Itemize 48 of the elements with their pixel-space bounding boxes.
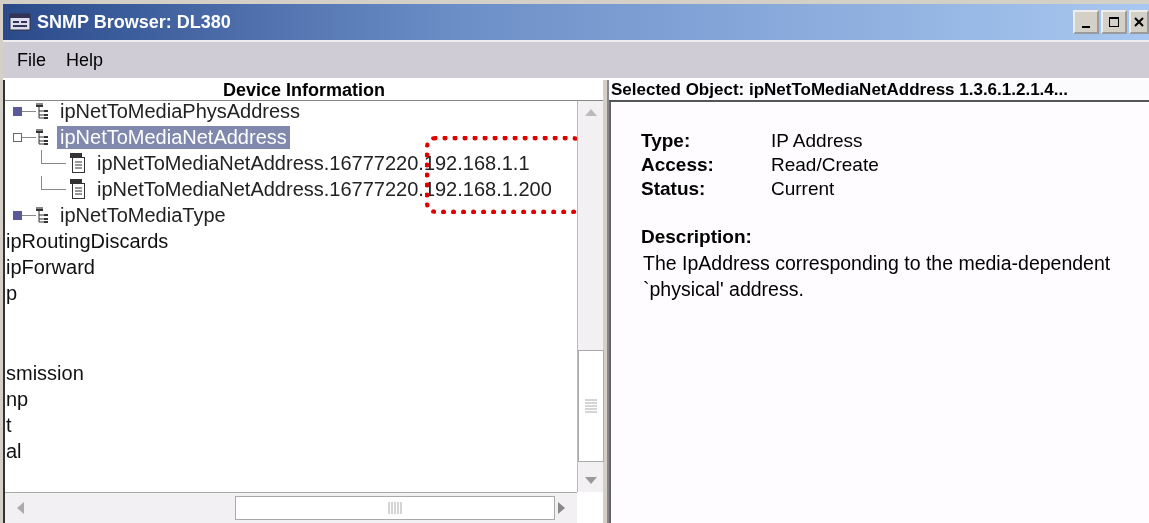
- maximize-icon: [1108, 16, 1120, 28]
- tree-item-label[interactable]: ipForward: [5, 254, 577, 280]
- panel-title: Device Information: [5, 80, 603, 101]
- vertical-scrollbar[interactable]: [577, 101, 603, 492]
- scroll-right-icon: [557, 501, 567, 515]
- window-app-icon: [9, 13, 31, 31]
- tree-item-label[interactable]: ipNetToMediaNetAddress.16777220.192.168.1.200: [94, 177, 555, 201]
- tree-item-label[interactable]: smission: [5, 360, 577, 386]
- property-label: Type:: [641, 130, 692, 152]
- scroll-up-icon: [583, 107, 598, 117]
- maximize-button[interactable]: [1101, 10, 1127, 34]
- tree-item-label[interactable]: ipRoutingDiscards: [5, 228, 577, 254]
- document-icon: [70, 179, 85, 199]
- scroll-left-icon: [15, 501, 25, 515]
- minimize-icon: [1082, 26, 1090, 28]
- property-value: Read/Create: [771, 154, 880, 176]
- tree-item-label[interactable]: al: [5, 438, 577, 464]
- scroll-thumb[interactable]: [577, 350, 604, 462]
- property-label: Access:: [641, 154, 715, 176]
- description-text: The IpAddress corresponding to the media-dependent `physical' address.: [642, 251, 1112, 302]
- close-icon: [1133, 16, 1145, 28]
- menu-item[interactable]: File: [9, 49, 54, 71]
- tree-item-label[interactable]: ipNetToMediaNetAddress.16777220.192.168.1.1: [94, 151, 533, 175]
- description-label: Description:: [641, 226, 753, 248]
- tree-item-label[interactable]: t: [5, 412, 577, 438]
- property-value: IP Address: [771, 130, 864, 152]
- horizontal-scrollbar[interactable]: [5, 492, 577, 523]
- property-label: Status:: [641, 178, 707, 200]
- scroll-down-icon: [583, 476, 598, 486]
- menu-item[interactable]: Help: [58, 49, 112, 71]
- tree-item-label[interactable]: ipNetToMediaPhysAddress: [57, 99, 304, 123]
- grip-icon: [388, 502, 402, 514]
- property-value: Current: [771, 178, 836, 200]
- tree-node-icon: [36, 207, 48, 223]
- tree-node-icon: [36, 129, 48, 145]
- grip-icon: [584, 399, 597, 413]
- tree-item-label[interactable]: np: [5, 386, 577, 412]
- tree-line: [41, 175, 66, 190]
- close-button[interactable]: [1129, 10, 1149, 34]
- tree-item-label[interactable]: p: [5, 280, 577, 306]
- scroll-thumb[interactable]: [235, 496, 555, 520]
- tree-item-label[interactable]: ipNetToMediaType: [57, 203, 229, 227]
- tree-node-icon: [36, 103, 48, 119]
- document-icon: [70, 153, 85, 173]
- panel-title: Selected Object: ipNetToMediaNetAddress 1.3.6.1.2.1.4...: [609, 80, 1149, 102]
- tree-line: [41, 149, 66, 164]
- minimize-button[interactable]: [1073, 10, 1099, 34]
- window-title: SNMP Browser: DL380: [37, 11, 231, 33]
